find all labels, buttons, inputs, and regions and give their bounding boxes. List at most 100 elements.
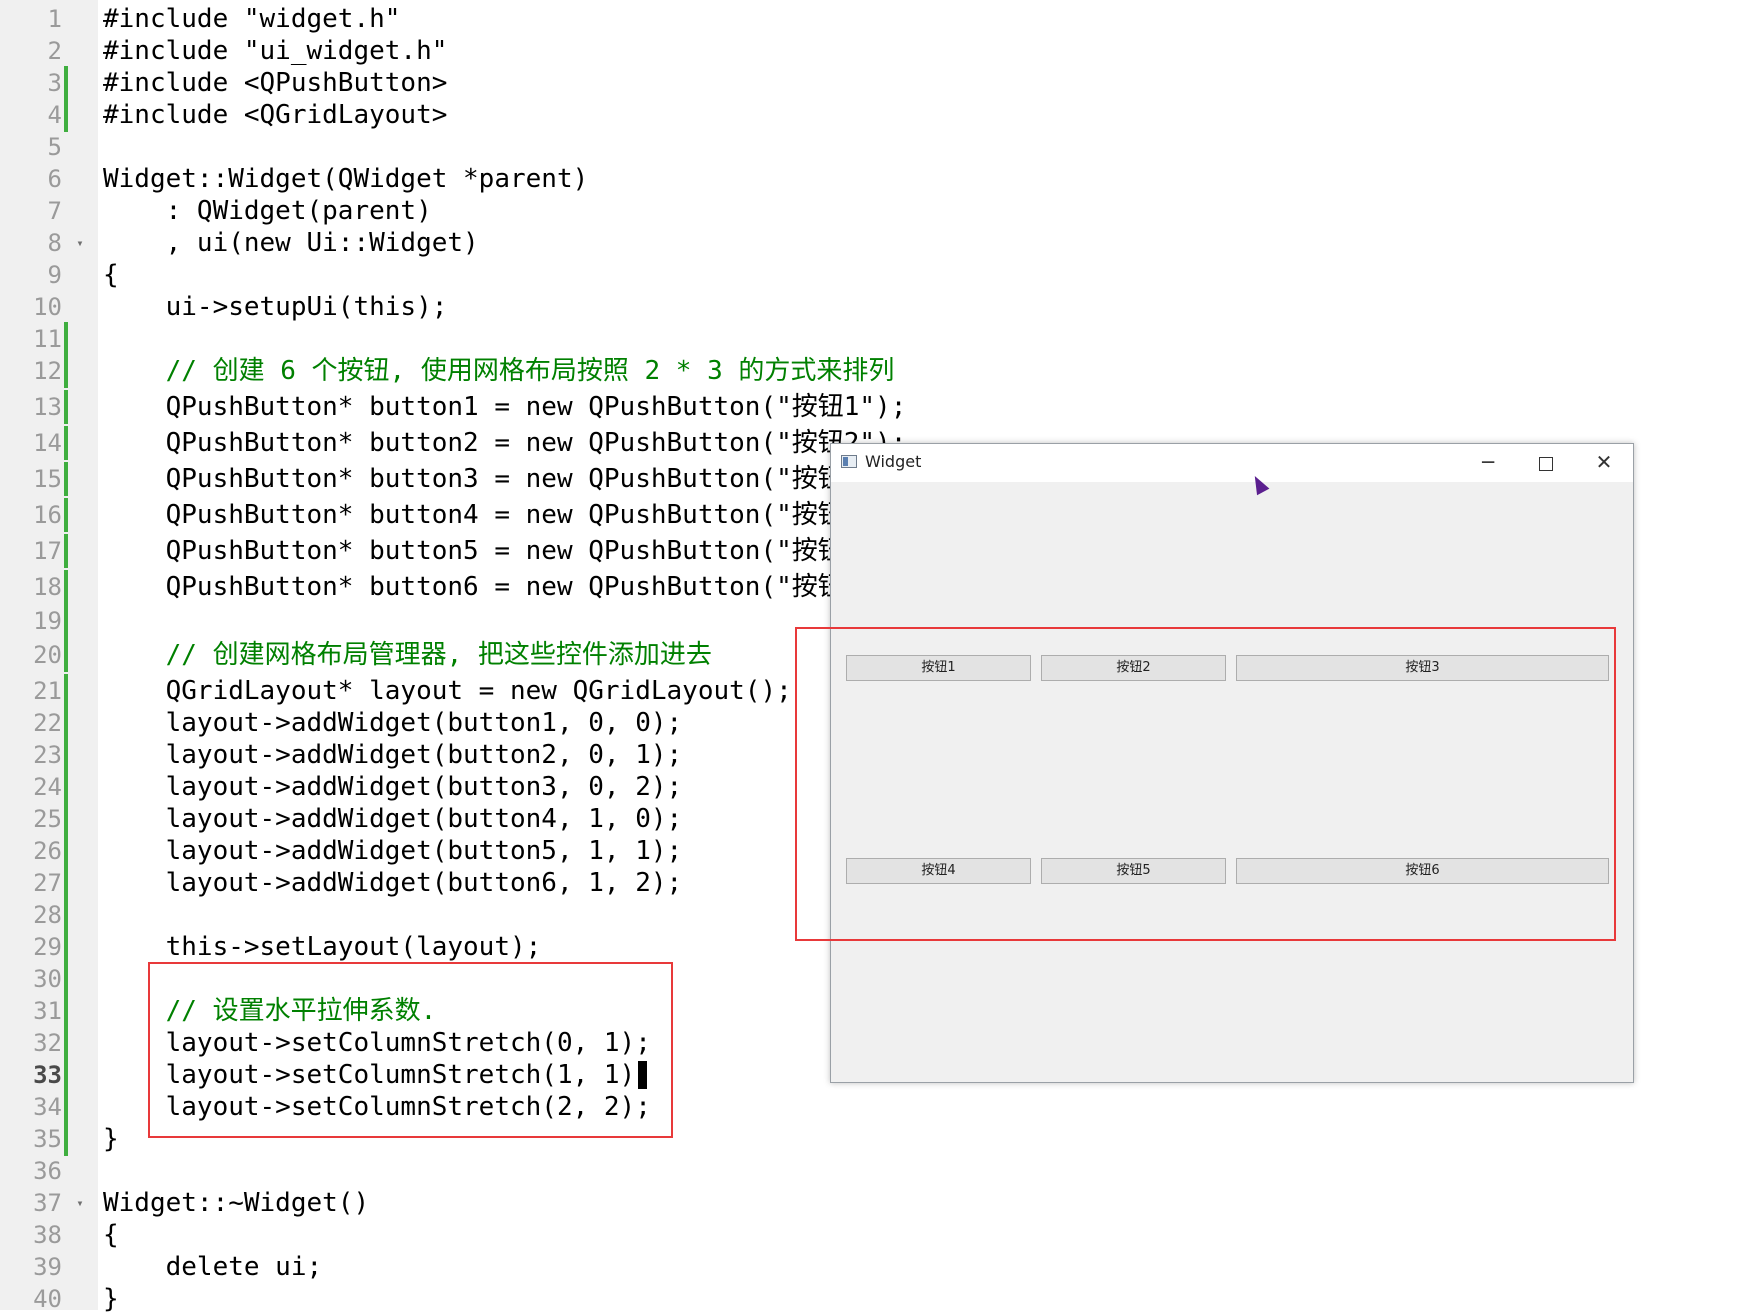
line-number: 24 — [33, 773, 62, 801]
change-marker — [64, 706, 68, 740]
line-number: 20 — [33, 641, 62, 669]
change-marker — [64, 1122, 68, 1156]
change-marker — [64, 638, 68, 672]
code-text: this->setLayout(layout); — [103, 932, 542, 962]
line-number: 31 — [33, 997, 62, 1025]
change-marker — [64, 1090, 68, 1124]
code-highlight-box — [148, 962, 673, 1138]
code-text: QPushButton* button3 = new QPushButton("… — [103, 464, 860, 494]
line-number: 6 — [47, 165, 62, 193]
line-number: 16 — [33, 501, 62, 529]
line-number: 5 — [47, 133, 62, 161]
line-number: 38 — [33, 1221, 62, 1249]
line-number: 4 — [47, 101, 62, 129]
line-number: 33 — [33, 1061, 62, 1089]
code-line[interactable]: 11 — [0, 322, 1761, 356]
change-marker — [64, 834, 68, 868]
code-text: layout->addWidget(button6, 1, 2); — [103, 868, 683, 898]
change-marker — [64, 738, 68, 772]
code-text: QPushButton* button2 = new QPushButton("… — [103, 428, 907, 458]
code-line[interactable]: 5 — [0, 130, 1761, 164]
line-number: 10 — [33, 293, 62, 321]
code-text: #include <QGridLayout> — [103, 100, 448, 130]
code-line[interactable]: 37 ▾ Widget::~Widget() — [0, 1186, 1761, 1220]
line-number: 30 — [33, 965, 62, 993]
fold-arrow-icon[interactable]: ▾ — [74, 226, 86, 260]
code-line[interactable]: 2 #include "ui_widget.h" — [0, 34, 1761, 68]
code-text: layout->addWidget(button3, 0, 2); — [103, 772, 683, 802]
line-number: 28 — [33, 901, 62, 929]
code-line[interactable]: 36 — [0, 1154, 1761, 1188]
code-line[interactable]: 7 : QWidget(parent) — [0, 194, 1761, 228]
code-line[interactable]: 13 QPushButton* button1 = new QPushButto… — [0, 390, 1761, 424]
line-number: 32 — [33, 1029, 62, 1057]
change-marker — [64, 66, 68, 100]
change-marker — [64, 462, 68, 496]
window-title: Widget — [865, 452, 922, 471]
code-line[interactable]: 39 delete ui; — [0, 1250, 1761, 1284]
close-button[interactable]: ✕ — [1575, 444, 1633, 482]
line-number: 35 — [33, 1125, 62, 1153]
line-number: 17 — [33, 537, 62, 565]
line-number: 7 — [47, 197, 62, 225]
code-text: layout->addWidget(button4, 1, 0); — [103, 804, 683, 834]
line-number: 1 — [47, 5, 62, 33]
code-line[interactable]: 12 // 创建 6 个按钮, 使用网格布局按照 2 * 3 的方式来排列 — [0, 354, 1761, 388]
code-line[interactable]: 38 { — [0, 1218, 1761, 1252]
code-line[interactable]: 3 #include <QPushButton> — [0, 66, 1761, 100]
change-marker — [64, 962, 68, 996]
code-line[interactable]: 1 #include "widget.h" — [0, 2, 1761, 36]
code-text: } — [103, 1124, 119, 1154]
code-text: QPushButton* button4 = new QPushButton("… — [103, 500, 860, 530]
line-number: 15 — [33, 465, 62, 493]
line-number: 29 — [33, 933, 62, 961]
code-text: delete ui; — [103, 1252, 323, 1282]
code-text: #include <QPushButton> — [103, 68, 448, 98]
change-marker — [64, 1026, 68, 1060]
code-text: #include "ui_widget.h" — [103, 36, 448, 66]
change-marker — [64, 354, 68, 388]
code-line[interactable]: 4 #include <QGridLayout> — [0, 98, 1761, 132]
line-number: 3 — [47, 69, 62, 97]
change-marker — [64, 498, 68, 532]
line-number: 36 — [33, 1157, 62, 1185]
change-marker — [64, 674, 68, 708]
fold-arrow-icon[interactable]: ▾ — [74, 1186, 86, 1220]
change-marker — [64, 570, 68, 604]
code-text: { — [103, 260, 119, 290]
code-text: QGridLayout* layout = new QGridLayout(); — [103, 676, 792, 706]
change-marker — [64, 322, 68, 356]
code-line[interactable]: 9{ — [0, 258, 1761, 292]
maximize-button[interactable] — [1517, 444, 1575, 482]
code-line[interactable]: 6 Widget::Widget(QWidget *parent) — [0, 162, 1761, 196]
line-number: 13 — [33, 393, 62, 421]
code-text: // 创建 6 个按钮, 使用网格布局按照 2 * 3 的方式来排列 — [103, 356, 895, 386]
code-text: layout->addWidget(button2, 0, 1); — [103, 740, 683, 770]
line-number: 12 — [33, 357, 62, 385]
change-marker — [64, 930, 68, 964]
line-number: 14 — [33, 429, 62, 457]
code-text: // 创建网格布局管理器, 把这些控件添加进去 — [103, 640, 712, 670]
line-number: 9 — [47, 261, 62, 289]
code-text: QPushButton* button5 = new QPushButton("… — [103, 536, 860, 566]
line-number: 18 — [33, 573, 62, 601]
layout-highlight-box — [795, 627, 1616, 941]
minimize-button[interactable]: ─ — [1459, 444, 1517, 482]
change-marker — [64, 994, 68, 1028]
change-marker — [64, 802, 68, 836]
code-line[interactable]: 10 ui->setupUi(this); — [0, 290, 1761, 324]
code-line[interactable]: 8 ▾ , ui(new Ui::Widget) — [0, 226, 1761, 260]
line-number: 40 — [33, 1285, 62, 1313]
line-number: 8 — [47, 229, 62, 257]
minimize-icon: ─ — [1481, 450, 1495, 474]
app-window-icon — [841, 455, 857, 468]
code-text: QPushButton* button1 = new QPushButton("… — [103, 392, 907, 422]
maximize-icon — [1539, 456, 1553, 471]
close-icon: ✕ — [1595, 450, 1613, 474]
window-titlebar[interactable]: Widget ─ ✕ — [831, 444, 1633, 482]
change-marker — [64, 604, 68, 638]
code-text: , ui(new Ui::Widget) — [103, 228, 479, 258]
code-text: Widget::Widget(QWidget *parent) — [103, 164, 589, 194]
code-line[interactable]: 40} — [0, 1282, 1761, 1316]
change-marker — [64, 770, 68, 804]
